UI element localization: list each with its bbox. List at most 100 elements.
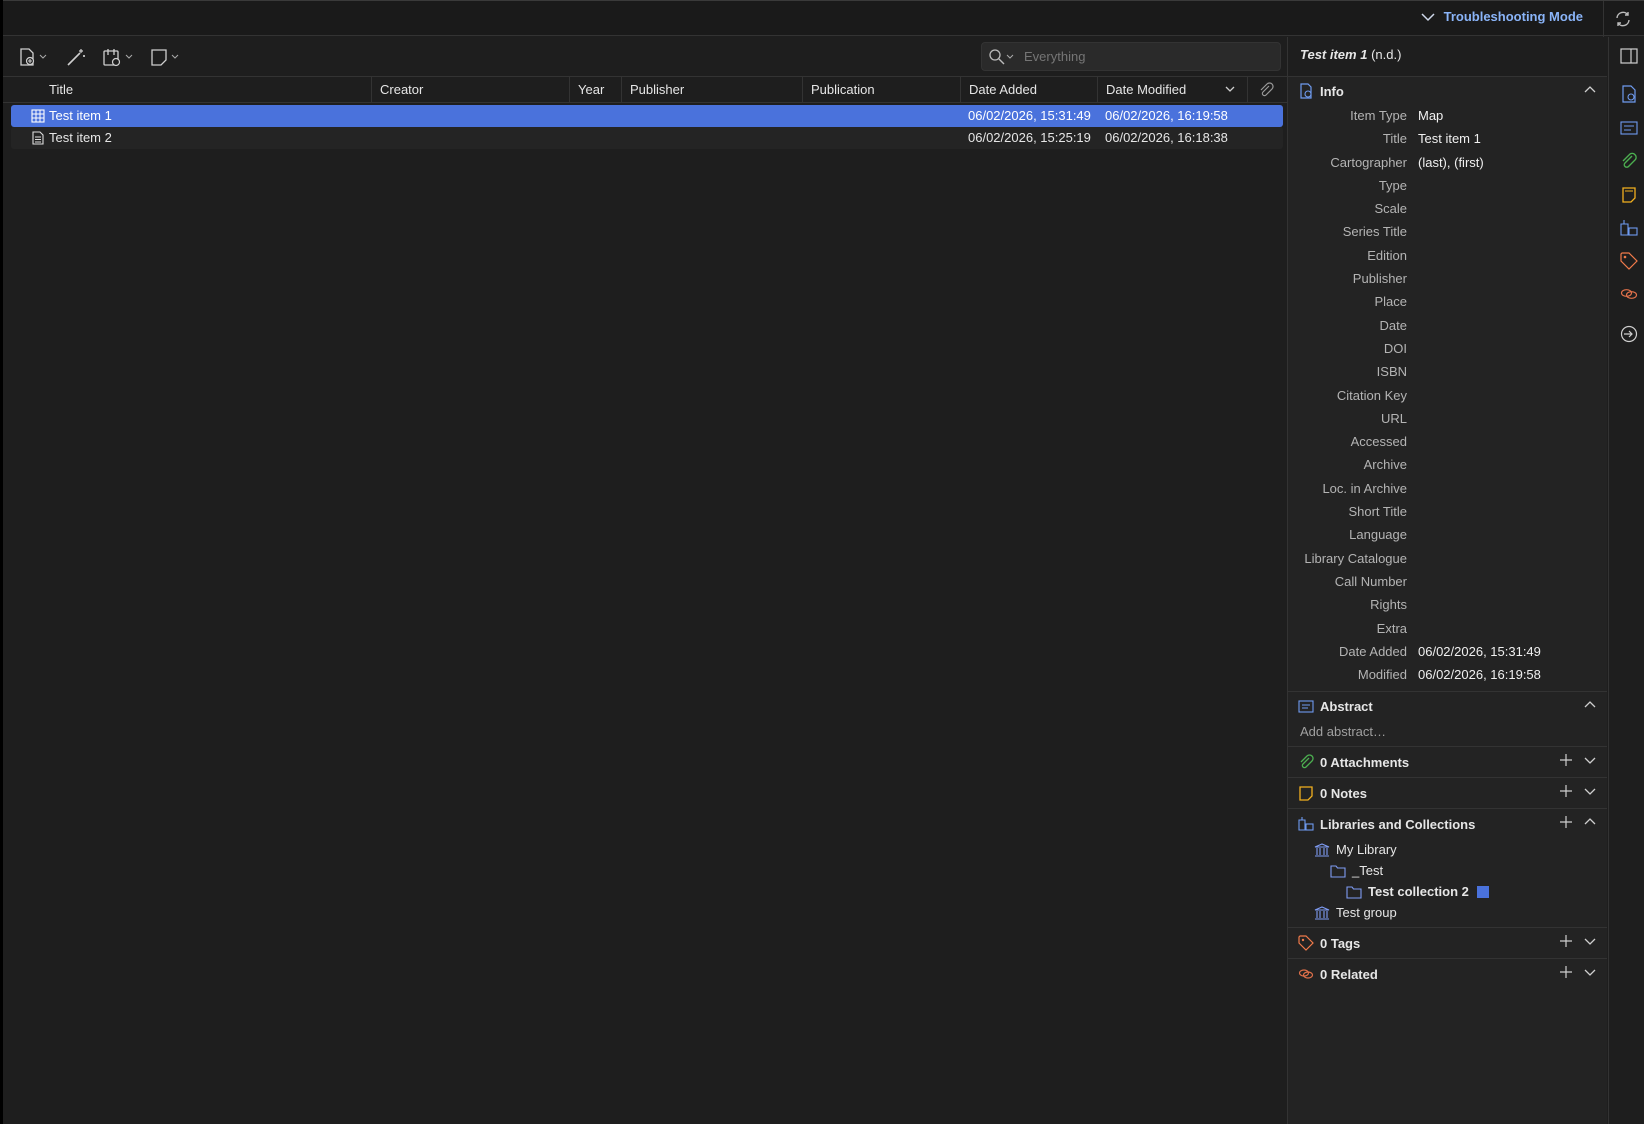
field-label: Publisher — [1352, 271, 1407, 287]
item-row-2[interactable]: Test item 2 06/02/2026, 15:25:19 06/02/2… — [11, 127, 1283, 149]
column-date-modified[interactable]: Date Modified — [1097, 77, 1247, 103]
info-field-row[interactable]: Place — [1288, 291, 1607, 314]
nav-tags-button[interactable] — [1618, 250, 1640, 272]
abstract-icon — [1298, 700, 1314, 713]
collection-row[interactable]: Test group — [1288, 902, 1607, 923]
add-icon[interactable] — [1559, 965, 1573, 979]
field-value[interactable]: 06/02/2026, 15:31:49 — [1418, 644, 1541, 659]
collection-name: _Test — [1352, 863, 1384, 879]
info-field-row[interactable]: Citation Key — [1288, 385, 1607, 408]
nav-info-button[interactable] — [1618, 83, 1640, 105]
add-icon[interactable] — [1559, 934, 1573, 948]
info-field-row[interactable]: URL — [1288, 408, 1607, 431]
attachments-section-header[interactable]: 0 Attachments — [1288, 747, 1607, 777]
abstract-section-header[interactable]: Abstract — [1288, 692, 1607, 720]
info-field-row[interactable]: Type — [1288, 175, 1607, 198]
new-note-button[interactable] — [149, 45, 179, 69]
column-creator[interactable]: Creator — [371, 77, 569, 103]
abstract-field[interactable]: Add abstract… — [1288, 720, 1607, 746]
info-field-row[interactable]: Scale — [1288, 198, 1607, 221]
item-title: Test item 2 — [49, 130, 112, 145]
chevron-down-icon[interactable] — [1583, 965, 1597, 979]
troubleshooting-mode-indicator[interactable]: Troubleshooting Mode — [1420, 9, 1583, 24]
toggle-pane-button[interactable] — [1618, 45, 1640, 67]
column-date-added[interactable]: Date Added — [960, 77, 1097, 103]
info-icon — [1300, 83, 1312, 99]
info-field-row[interactable]: Rights — [1288, 594, 1607, 617]
chevron-down-icon[interactable] — [1583, 753, 1597, 767]
info-field-row[interactable]: Edition — [1288, 245, 1607, 268]
chevron-up-icon[interactable] — [1583, 815, 1597, 829]
item-row-1[interactable]: Test item 1 06/02/2026, 15:31:49 06/02/2… — [11, 105, 1283, 127]
related-section-header[interactable]: 0 Related — [1288, 959, 1607, 989]
nav-related-button[interactable] — [1618, 283, 1640, 305]
collection-row[interactable]: My Library — [1288, 839, 1607, 860]
item-date-modified: 06/02/2026, 16:18:38 — [1105, 130, 1228, 145]
info-field-row[interactable]: Date — [1288, 315, 1607, 338]
info-field-row[interactable]: Series Title — [1288, 221, 1607, 244]
info-field-row[interactable]: Short Title — [1288, 501, 1607, 524]
collection-row[interactable]: _Test — [1288, 860, 1607, 881]
info-field-row[interactable]: Publisher — [1288, 268, 1607, 291]
info-field-row[interactable]: Cartographer (last), (first) — [1288, 152, 1607, 175]
header-title: Test item 1 — [1300, 47, 1368, 62]
info-field-row[interactable]: Title Test item 1 — [1288, 128, 1607, 151]
chevron-up-icon[interactable] — [1583, 83, 1597, 97]
notes-section-label: 0 Notes — [1320, 785, 1367, 801]
info-field-row[interactable]: Modified 06/02/2026, 16:19:58 — [1288, 664, 1607, 687]
add-icon[interactable] — [1559, 815, 1573, 829]
search-input[interactable] — [1024, 49, 1254, 64]
search-box[interactable] — [981, 42, 1281, 71]
library-icon — [1314, 843, 1330, 857]
chevron-up-icon[interactable] — [1583, 698, 1597, 712]
nav-notes-button[interactable] — [1618, 184, 1640, 206]
field-value[interactable]: Map — [1418, 108, 1443, 123]
info-field-row[interactable]: Accessed — [1288, 431, 1607, 454]
item-title: Test item 1 — [49, 108, 112, 123]
add-by-identifier-button[interactable] — [65, 45, 87, 69]
info-field-row[interactable]: DOI — [1288, 338, 1607, 361]
field-value[interactable]: Test item 1 — [1418, 131, 1481, 146]
field-label: Loc. in Archive — [1322, 480, 1407, 496]
nav-attachments-button[interactable] — [1618, 150, 1640, 172]
tags-section-header[interactable]: 0 Tags — [1288, 928, 1607, 958]
info-field-row[interactable]: Item Type Map — [1288, 105, 1607, 128]
chevron-down-icon[interactable] — [1583, 784, 1597, 798]
nav-libraries-button[interactable] — [1618, 217, 1640, 239]
nav-locate-button[interactable] — [1618, 323, 1640, 345]
field-label: Call Number — [1334, 573, 1407, 589]
title-bar: Troubleshooting Mode — [3, 0, 1644, 37]
notes-section-header[interactable]: 0 Notes — [1288, 778, 1607, 808]
abstract-icon — [1620, 121, 1638, 135]
add-icon[interactable] — [1559, 784, 1573, 798]
info-field-row[interactable]: ISBN — [1288, 361, 1607, 384]
info-field-row[interactable]: Date Added 06/02/2026, 15:31:49 — [1288, 641, 1607, 664]
nav-abstract-button[interactable] — [1618, 117, 1640, 139]
sort-descending-icon — [1225, 86, 1235, 92]
chevron-down-icon[interactable] — [1583, 934, 1597, 948]
column-publication[interactable]: Publication — [802, 77, 960, 103]
info-section-header[interactable]: Info — [1288, 77, 1607, 105]
info-section-label: Info — [1320, 83, 1344, 99]
libraries-section-header[interactable]: Libraries and Collections — [1288, 809, 1607, 839]
info-field-row[interactable]: Archive — [1288, 454, 1607, 477]
collection-row[interactable]: Test collection 2 — [1288, 881, 1607, 902]
column-title[interactable]: Title — [41, 77, 371, 103]
column-attachments[interactable] — [1247, 77, 1287, 103]
info-field-row[interactable]: Language — [1288, 524, 1607, 547]
new-item-button[interactable] — [17, 45, 47, 69]
field-label: Rights — [1370, 597, 1407, 613]
sync-button[interactable] — [1603, 1, 1641, 37]
column-publisher[interactable]: Publisher — [621, 77, 802, 103]
add-attachment-button[interactable] — [101, 45, 133, 69]
info-field-row[interactable]: Extra — [1288, 618, 1607, 641]
field-value[interactable]: 06/02/2026, 16:19:58 — [1418, 667, 1541, 682]
info-field-row[interactable]: Library Catalogue — [1288, 548, 1607, 571]
info-field-row[interactable]: Call Number — [1288, 571, 1607, 594]
field-value[interactable]: (last), (first) — [1418, 155, 1484, 170]
info-field-row[interactable]: Loc. in Archive — [1288, 478, 1607, 501]
search-mode-dropdown-icon[interactable] — [1006, 54, 1014, 60]
add-icon[interactable] — [1559, 753, 1573, 767]
column-year[interactable]: Year — [569, 77, 621, 103]
column-header: Title Creator Year Publisher Publication… — [3, 77, 1287, 103]
